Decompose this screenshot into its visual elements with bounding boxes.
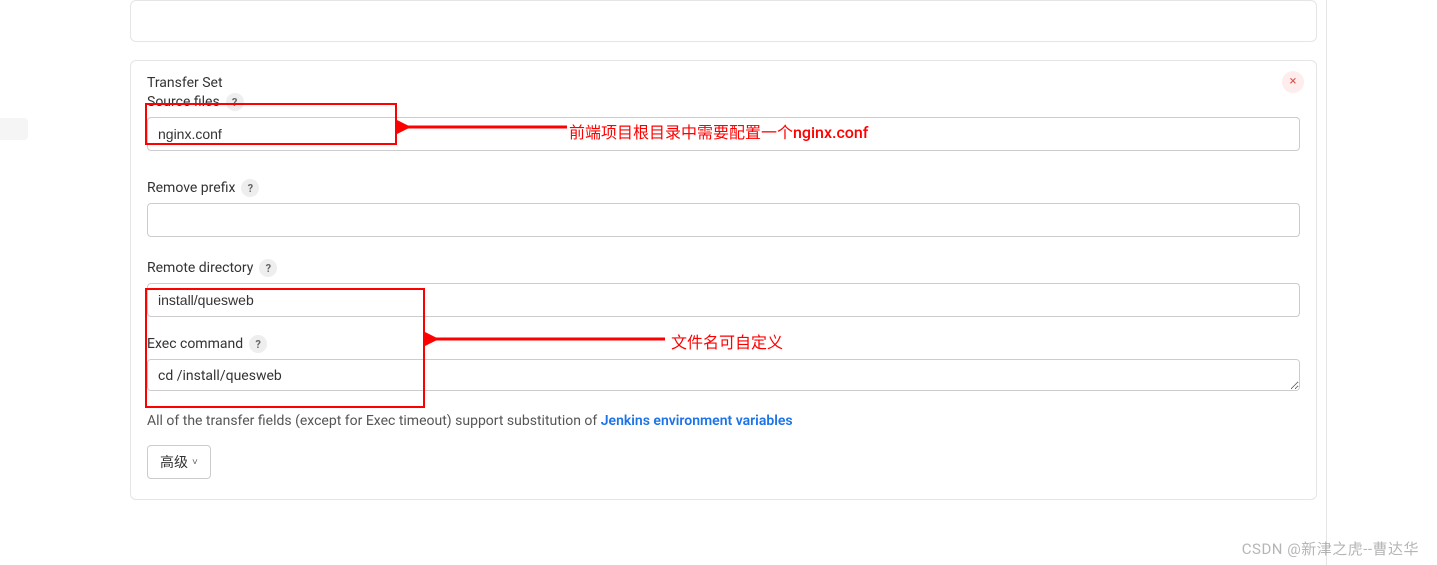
sidebar-stub bbox=[0, 118, 28, 140]
remote-directory-group: Remote directory ? bbox=[147, 259, 1300, 317]
transfer-set-title: Transfer Set bbox=[147, 75, 1300, 91]
transfer-set-panel: × Transfer Set Source files ? Remove pre… bbox=[130, 60, 1317, 500]
jenkins-env-vars-link[interactable]: Jenkins environment variables bbox=[601, 413, 793, 429]
chevron-down-icon: ˅ bbox=[192, 457, 198, 468]
watermark: CSDN @新津之虎--曹达华 bbox=[1242, 538, 1419, 559]
previous-panel-stub bbox=[130, 0, 1317, 42]
remote-directory-label: Remote directory bbox=[147, 260, 253, 276]
exec-command-label: Exec command bbox=[147, 336, 243, 352]
remote-directory-input[interactable] bbox=[147, 283, 1300, 317]
remove-prefix-input[interactable] bbox=[147, 203, 1300, 237]
help-icon[interactable]: ? bbox=[259, 259, 277, 277]
remove-transfer-set-button[interactable]: × bbox=[1282, 71, 1304, 93]
right-rail-divider bbox=[1326, 0, 1327, 565]
help-icon[interactable]: ? bbox=[241, 179, 259, 197]
advanced-button[interactable]: 高级 ˅ bbox=[147, 445, 211, 479]
advanced-button-label: 高级 bbox=[160, 452, 188, 472]
note-text: All of the transfer fields (except for E… bbox=[147, 413, 601, 429]
remove-prefix-group: Remove prefix ? bbox=[147, 179, 1300, 237]
substitution-note: All of the transfer fields (except for E… bbox=[147, 413, 1300, 429]
help-icon[interactable]: ? bbox=[249, 335, 267, 353]
exec-command-input[interactable] bbox=[147, 359, 1300, 391]
remove-prefix-label: Remove prefix bbox=[147, 180, 235, 196]
annotation-text-1: 前端项目根目录中需要配置一个nginx.conf bbox=[569, 119, 868, 143]
main-content: × Transfer Set Source files ? Remove pre… bbox=[130, 0, 1317, 500]
source-files-label: Source files bbox=[147, 94, 220, 110]
close-icon: × bbox=[1290, 74, 1297, 89]
help-icon[interactable]: ? bbox=[226, 93, 244, 111]
annotation-text-2: 文件名可自定义 bbox=[671, 329, 783, 353]
